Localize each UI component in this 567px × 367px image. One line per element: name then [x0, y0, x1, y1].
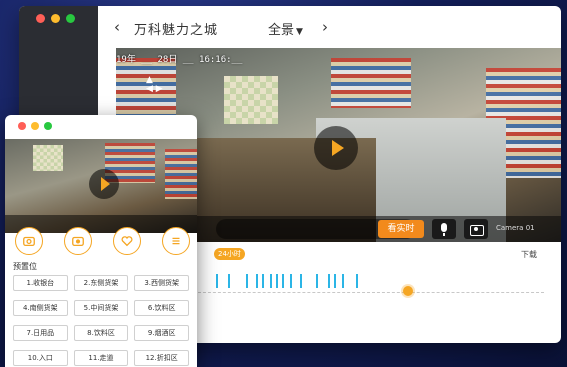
recording-segment [262, 274, 264, 288]
maximize-window-button[interactable] [66, 14, 75, 23]
recording-segment [328, 274, 330, 288]
caret-down-icon: ▼ [296, 27, 303, 37]
timeline-playhead[interactable] [403, 286, 413, 296]
ptz-toolbar [15, 227, 190, 257]
recording-segment [270, 274, 272, 288]
time-range-badge[interactable]: 24小时 [214, 248, 245, 260]
preset-button[interactable]: 11.走道 [73, 350, 129, 366]
download-button[interactable]: 下载 [521, 249, 537, 260]
preset-section-title: 预置位 [13, 262, 37, 271]
preset-button[interactable]: 2.东侧货架 [73, 275, 129, 291]
recording-segment [282, 274, 284, 288]
privacy-mosaic [224, 76, 278, 124]
record-icon[interactable] [64, 227, 92, 255]
close-window-button[interactable] [36, 14, 45, 23]
recording-segment [256, 274, 258, 288]
preset-button[interactable]: 8.饮料区 [73, 325, 129, 341]
preset-grid: 1.收银台 2.东侧货架 3.西侧货架 4.南侧货架 5.中间货架 6.饮料区 … [13, 275, 189, 366]
recording-segment [276, 274, 278, 288]
view-mode-label: 全景 [268, 23, 295, 38]
microphone-icon[interactable] [432, 219, 456, 239]
play-button[interactable] [314, 126, 358, 170]
preset-button[interactable]: 4.南侧货架 [13, 300, 68, 316]
close-window-button[interactable] [18, 122, 26, 130]
recording-segment [356, 274, 358, 288]
recording-segment [228, 274, 230, 288]
preset-button[interactable]: 10.入口 [13, 350, 68, 366]
header: ‹ 万科魅力之城 全景 ▼ › [98, 6, 561, 48]
preset-button[interactable]: 7.日用品 [13, 325, 68, 341]
preset-button[interactable]: 6.饮料区 [134, 300, 189, 316]
play-icon [332, 140, 344, 156]
preset-button[interactable]: 5.中间货架 [73, 300, 129, 316]
list-icon[interactable] [162, 227, 190, 255]
recording-segment [290, 274, 292, 288]
window-controls [36, 14, 75, 23]
forward-arrow-icon[interactable]: › [322, 18, 328, 36]
snapshot-camera-icon[interactable] [464, 219, 488, 239]
preset-button[interactable]: 1.收银台 [13, 275, 68, 291]
preset-button[interactable]: 9.烟酒区 [134, 325, 189, 341]
window-controls [18, 122, 52, 130]
minimize-window-button[interactable] [51, 14, 60, 23]
store-shelf [331, 58, 411, 108]
preset-button[interactable]: 12.折扣区 [134, 350, 189, 366]
live-view-button[interactable]: 看实时 [378, 220, 424, 238]
osd-timestamp: 19年 __ 28日 __ 16:16:__ [116, 55, 243, 65]
recording-segment [216, 274, 218, 288]
privacy-mosaic [33, 145, 63, 171]
recording-segment [342, 274, 344, 288]
camera-icon[interactable] [15, 227, 43, 255]
maximize-window-button[interactable] [44, 122, 52, 130]
minimize-window-button[interactable] [31, 122, 39, 130]
view-mode-dropdown[interactable]: 全景 ▼ [268, 19, 303, 38]
timeline-track[interactable] [198, 292, 544, 293]
preset-button[interactable]: 3.西侧货架 [134, 275, 189, 291]
recording-segment [300, 274, 302, 288]
back-arrow-icon[interactable]: ‹ [114, 18, 120, 36]
camera-label: Camera 01 [496, 224, 535, 232]
store-shelf [165, 149, 197, 199]
play-button[interactable] [89, 169, 119, 199]
recording-segment [316, 274, 318, 288]
heart-icon[interactable] [113, 227, 141, 255]
recording-segments [216, 274, 516, 288]
preset-panel-window: 预置位 1.收银台 2.东侧货架 3.西侧货架 4.南侧货架 5.中间货架 6.… [5, 115, 197, 367]
mini-camera-feed[interactable] [5, 139, 197, 233]
ptz-arrows-icon[interactable]: ▲ ◀ ▶ [146, 76, 163, 94]
recording-segment [334, 274, 336, 288]
store-title: 万科魅力之城 [134, 23, 219, 38]
recording-segment [246, 274, 248, 288]
